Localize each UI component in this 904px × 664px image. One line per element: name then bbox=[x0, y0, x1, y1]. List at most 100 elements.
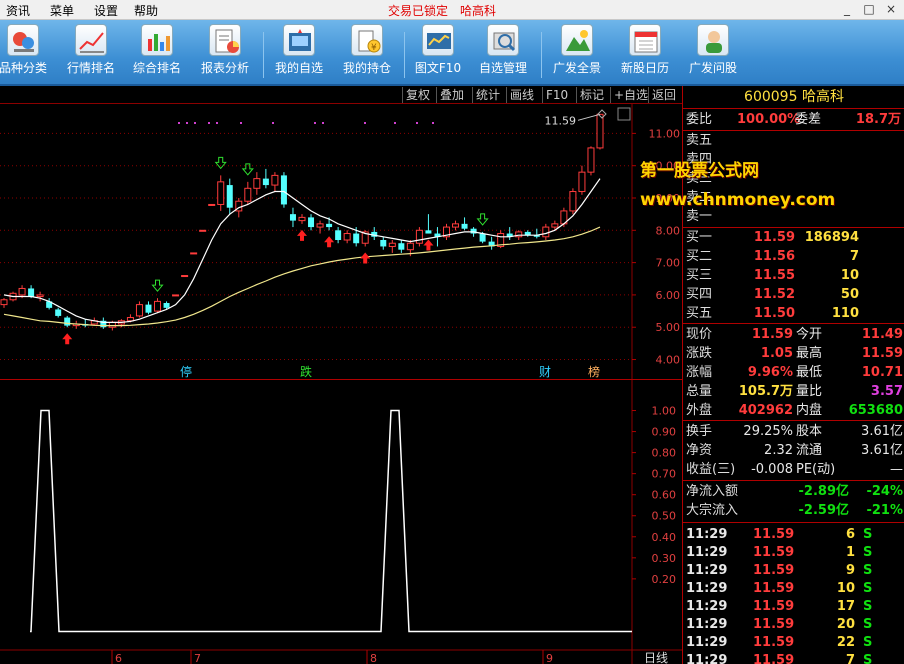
tab-back[interactable]: 返回 bbox=[648, 87, 679, 103]
event-label: 跌 bbox=[300, 364, 312, 379]
fundamental-label: 股本 bbox=[796, 424, 823, 439]
stat-label: 涨跌 bbox=[686, 346, 713, 361]
signal-dot bbox=[186, 122, 188, 124]
signal-dot bbox=[416, 122, 418, 124]
menu-help[interactable]: 帮助 bbox=[134, 2, 158, 19]
candle-body bbox=[289, 214, 296, 221]
tick-price: 11.59 bbox=[753, 545, 795, 560]
buy-price: 11.56 bbox=[753, 249, 795, 264]
indicator-axis-label: 0.70 bbox=[652, 468, 677, 481]
toolbar-report-button[interactable]: 报表分析 bbox=[194, 24, 256, 82]
tick-time: 11:29 bbox=[686, 581, 728, 596]
price-axis-label: 6.00 bbox=[656, 289, 681, 302]
fundamental-value: 2.32 bbox=[764, 443, 793, 458]
tick-time: 11:29 bbox=[686, 635, 728, 650]
toolbar-f10-button[interactable]: 图文F10 bbox=[407, 24, 469, 82]
close-icon[interactable]: × bbox=[880, 1, 902, 17]
tick-side: S bbox=[863, 527, 873, 542]
toolbar-ask-stock-button[interactable]: 广发问股 bbox=[682, 24, 744, 82]
buy-row: 买五 11.50 110 bbox=[683, 304, 904, 323]
candle-body bbox=[154, 300, 162, 312]
tick-volume: 10 bbox=[836, 581, 855, 596]
tick-price: 11.59 bbox=[753, 581, 795, 596]
menu-bar: 资讯 菜单 设置 帮助 交易已锁定 哈高科 _ □ × bbox=[0, 0, 904, 20]
tab-adjust[interactable]: 复权 bbox=[402, 87, 433, 103]
signal-dot bbox=[432, 122, 434, 124]
event-label: 停 bbox=[180, 364, 192, 379]
tick-row: 11:29 11.59 17 S bbox=[683, 598, 904, 616]
candle-body bbox=[316, 223, 324, 228]
candle-body bbox=[461, 223, 468, 229]
stat-value: 11.59 bbox=[861, 346, 903, 361]
fundamental-row: 收益(三) -0.008 PE(动) — bbox=[683, 460, 904, 479]
tab-mark[interactable]: 标记 bbox=[576, 87, 607, 103]
toolbar-watchlist-manage-button[interactable]: 自选管理 bbox=[472, 24, 534, 82]
maximize-icon[interactable]: □ bbox=[858, 1, 880, 17]
tick-price: 11.59 bbox=[753, 563, 795, 578]
indicator-axis-label: 0.50 bbox=[652, 510, 677, 523]
tab-f10[interactable]: F10 bbox=[542, 87, 571, 103]
fundamental-value: 3.61亿 bbox=[861, 424, 903, 439]
stat-label: 最低 bbox=[796, 365, 823, 380]
flow-label: 净流入额 bbox=[686, 484, 739, 499]
toolbar-category-button[interactable]: 品种分类 bbox=[0, 24, 54, 82]
fundamental-value: — bbox=[890, 462, 903, 477]
price-axis-label: 11.00 bbox=[649, 127, 681, 140]
tick-volume: 17 bbox=[836, 599, 855, 614]
wei-bi-row: 委比 100.00% 委差 18.7万 bbox=[686, 112, 901, 127]
category-icon bbox=[7, 24, 39, 56]
report-icon bbox=[209, 24, 241, 56]
toolbar-separator bbox=[263, 32, 264, 78]
toolbar-composite-ranking-button[interactable]: 综合排名 bbox=[126, 24, 188, 82]
menu-settings[interactable]: 设置 bbox=[94, 2, 118, 19]
candle-body bbox=[335, 230, 342, 240]
fundamental-label: 净资 bbox=[686, 443, 713, 458]
holdings-icon: ¥ bbox=[351, 24, 383, 56]
toolbar-watchlist-button[interactable]: 我的自选 bbox=[268, 24, 330, 82]
indicator-axis-label: 0.60 bbox=[652, 489, 677, 502]
stat-value: 11.59 bbox=[751, 327, 793, 342]
signal-dot bbox=[240, 122, 242, 124]
tab-overlay[interactable]: 叠加 bbox=[436, 87, 467, 103]
menu-menu[interactable]: 菜单 bbox=[50, 2, 74, 19]
tick-row: 11:29 11.59 1 S bbox=[683, 544, 904, 562]
tick-row: 11:29 11.59 6 S bbox=[683, 526, 904, 544]
buy-arrow-icon bbox=[297, 229, 307, 241]
tick-volume: 20 bbox=[836, 617, 855, 632]
tick-side: S bbox=[863, 563, 873, 578]
toolbar-ipo-calendar-button[interactable]: 新股日历 bbox=[614, 24, 676, 82]
minimize-icon[interactable]: _ bbox=[836, 1, 858, 17]
candle-body bbox=[406, 242, 414, 251]
stat-value: 3.57 bbox=[870, 384, 903, 399]
candle-body bbox=[208, 203, 216, 206]
tick-side: S bbox=[863, 635, 873, 650]
candle-body bbox=[199, 229, 207, 232]
toolbar-ranking-button[interactable]: 行情排名 bbox=[60, 24, 122, 82]
candle-body bbox=[0, 299, 8, 306]
sell-label: 卖五 bbox=[686, 133, 713, 148]
tab-add-watchlist[interactable]: +自选 bbox=[610, 87, 651, 103]
stat-row: 总量 105.7万 量比 3.57 bbox=[683, 382, 904, 401]
chart-tab-bar: 复权 叠加 统计 画线 F10 标记 +自选 返回 bbox=[0, 86, 682, 104]
tab-statistics[interactable]: 统计 bbox=[472, 87, 503, 103]
candle-body bbox=[253, 178, 261, 189]
kline-chart[interactable]: 11.0010.009.008.007.006.005.004.0011.59停… bbox=[0, 104, 682, 380]
candle-body bbox=[343, 233, 351, 241]
candle-body bbox=[380, 240, 387, 247]
signal-dot bbox=[314, 122, 316, 124]
tick-time: 11:29 bbox=[686, 545, 728, 560]
toolbar-holdings-button[interactable]: ¥ 我的持仓 bbox=[336, 24, 398, 82]
ranking-icon bbox=[75, 24, 107, 56]
toolbar-panorama-button[interactable]: 广发全景 bbox=[546, 24, 608, 82]
tab-draw-line[interactable]: 画线 bbox=[506, 87, 537, 103]
stat-row: 涨幅 9.96% 最低 10.71 bbox=[683, 363, 904, 382]
menu-news[interactable]: 资讯 bbox=[6, 2, 30, 19]
ma-short-line bbox=[3, 178, 601, 323]
tick-volume: 22 bbox=[836, 635, 855, 650]
watermark-url: www.chnmoney.com bbox=[640, 190, 836, 210]
toolbar-separator bbox=[404, 32, 405, 78]
buy-price: 11.55 bbox=[753, 268, 795, 283]
period-label: 日线 bbox=[644, 651, 668, 664]
indicator-chart[interactable]: 1.00 0.90 0.80 0.70 0.60 0.50 0.40 0.30 0.20 6 7 8 9… bbox=[0, 380, 682, 664]
buy-price: 11.59 bbox=[753, 230, 795, 245]
